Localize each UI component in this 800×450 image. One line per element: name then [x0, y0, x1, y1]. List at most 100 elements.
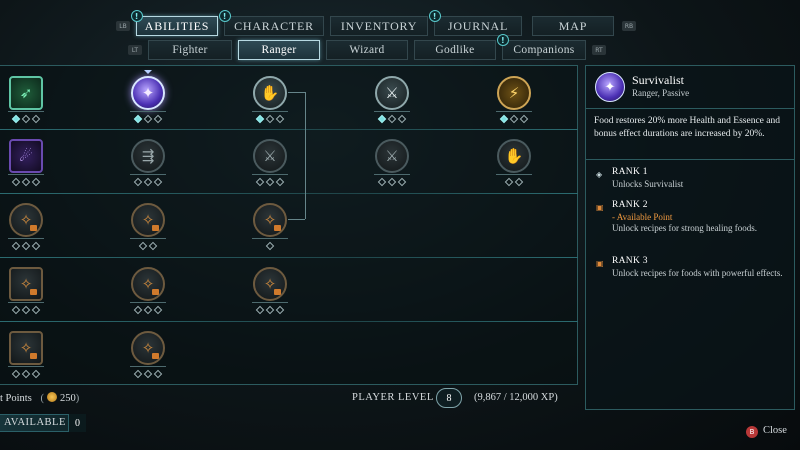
locked-ability-icon: ✧ — [253, 267, 287, 301]
points-value: 250 — [59, 393, 76, 404]
rank-pips — [6, 305, 46, 315]
rank-description: Unlock recipes for foods with powerful e… — [612, 267, 783, 278]
rank-entry: ▣ RANK 2- Available Point Unlock recipes f… — [596, 200, 786, 235]
rank-pip-empty — [31, 114, 41, 124]
rank-pip-empty — [11, 369, 21, 379]
subtab-godlike[interactable]: Godlike — [414, 40, 496, 60]
rank-pip-filled — [377, 114, 387, 124]
lb-button-hint: LB — [116, 21, 130, 31]
rank-pip-empty — [265, 114, 275, 124]
rank-pip-empty — [265, 305, 275, 315]
ability-node[interactable]: ✧ — [128, 267, 168, 319]
ability-node[interactable]: ➶ — [6, 76, 46, 128]
locked-rank-icon: ▣ — [596, 203, 604, 212]
ability-node[interactable]: ✋ — [494, 139, 534, 191]
rank-pip-filled — [255, 114, 265, 124]
rank-pip-empty — [143, 305, 153, 315]
rb-button-hint: RB — [622, 21, 636, 31]
rank-pips — [250, 177, 290, 187]
tab-character[interactable]: ! CHARACTER — [219, 10, 324, 36]
rank-pip-filled — [11, 114, 21, 124]
rank-bar — [252, 174, 288, 175]
rank-bar — [252, 238, 288, 239]
rank-pips — [128, 177, 168, 187]
rank-pips — [6, 114, 46, 124]
survivalist-icon: ✦ — [131, 76, 165, 110]
rank-pip-empty — [21, 305, 31, 315]
rank-title: RANK 3 — [612, 256, 648, 266]
rank-pip-empty — [514, 177, 524, 187]
rank-bar — [130, 238, 166, 239]
rank-pip-empty — [255, 305, 265, 315]
rank-bar — [374, 111, 410, 112]
close-button[interactable]: Close — [763, 425, 787, 436]
rank-bar — [496, 111, 532, 112]
tree-connector — [305, 92, 306, 219]
tab-label: CHARACTER — [234, 18, 314, 33]
subtab-label: Companions — [513, 44, 575, 56]
rank-pip-empty — [21, 241, 31, 251]
ability-node[interactable]: ☄ — [6, 139, 46, 191]
rank-entry: ▣ RANK 3 Unlock recipes for foods with pow… — [596, 256, 786, 279]
rank-bar — [8, 111, 44, 112]
ability-node[interactable]: ✧ — [250, 267, 290, 319]
rank-pip-empty — [265, 177, 275, 187]
arrow-volley-icon: ⇶ — [131, 139, 165, 173]
rt-button-hint: RT — [592, 45, 606, 55]
tab-map[interactable]: MAP — [532, 16, 614, 36]
subtab-label: Ranger — [261, 44, 297, 56]
rank-pip-empty — [21, 369, 31, 379]
ability-node[interactable]: ✦ — [128, 70, 168, 128]
rank-pip-empty — [509, 114, 519, 124]
tree-connector — [288, 92, 305, 93]
subtab-ranger[interactable]: Ranger — [238, 40, 320, 60]
tab-inventory[interactable]: INVENTORY — [330, 16, 428, 36]
tab-abilities[interactable]: ! ABILITIES — [131, 10, 218, 36]
rank-pip-empty — [143, 177, 153, 187]
ability-node[interactable]: ⚡ — [494, 76, 534, 128]
locked-rank-icon: ▣ — [596, 259, 604, 268]
rank-pip-empty — [275, 305, 285, 315]
ability-title: Survivalist — [632, 73, 685, 87]
row-divider — [0, 321, 578, 322]
ability-subtitle: Ranger, Passive — [632, 88, 690, 98]
ability-description: Food restores 20% more Health and Essenc… — [594, 116, 780, 139]
ability-node[interactable]: ⚔ — [372, 139, 412, 191]
rank-bar — [130, 111, 166, 112]
rank-pip-empty — [133, 177, 143, 187]
rank-bar — [8, 302, 44, 303]
rank-pip-empty — [31, 305, 41, 315]
alert-icon: ! — [429, 10, 441, 22]
claw-icon: ✋ — [497, 139, 531, 173]
purple-runner-icon: ☄ — [9, 139, 43, 173]
rank-pip-empty — [153, 177, 163, 187]
rank-pips — [494, 114, 534, 124]
points-label: t Points — [0, 393, 32, 404]
detail-divider — [586, 159, 794, 160]
ability-node[interactable]: ⚔ — [250, 139, 290, 191]
ability-node[interactable]: ✧ — [6, 203, 46, 255]
subtab-fighter[interactable]: Fighter — [148, 40, 232, 60]
rank-bar — [496, 174, 532, 175]
rank-pip-empty — [153, 369, 163, 379]
locked-ability-icon: ✧ — [131, 267, 165, 301]
ability-node[interactable]: ✧ — [250, 203, 290, 255]
ability-node[interactable]: ✋ — [250, 76, 290, 128]
rank-pips — [494, 177, 534, 187]
rank-entry: ◈ RANK 1 Unlocks Survivalist — [596, 167, 786, 190]
sub-nav: LT Fighter Ranger Wizard Godlike ! Compa… — [128, 34, 606, 60]
ability-node[interactable]: ⚔ — [372, 76, 412, 128]
subtab-wizard[interactable]: Wizard — [326, 40, 408, 60]
rank-pip-empty — [148, 241, 158, 251]
selected-marker — [144, 70, 152, 74]
crossed-axes-icon: ⚔ — [375, 76, 409, 110]
tree-connector — [288, 219, 305, 220]
subtab-companions[interactable]: ! Companions — [497, 34, 586, 60]
ability-node[interactable]: ✧ — [6, 331, 46, 383]
subtab-label: Fighter — [172, 44, 208, 56]
ability-node[interactable]: ✧ — [128, 203, 168, 255]
tab-journal[interactable]: ! JOURNAL — [429, 10, 522, 36]
ability-node[interactable]: ✧ — [6, 267, 46, 319]
ability-node[interactable]: ⇶ — [128, 139, 168, 191]
ability-node[interactable]: ✧ — [128, 331, 168, 383]
